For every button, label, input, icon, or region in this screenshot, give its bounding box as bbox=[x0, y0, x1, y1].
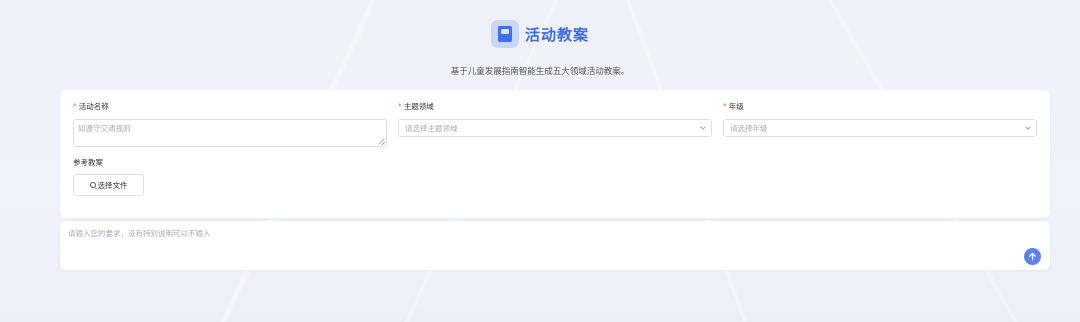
activity-name-field: * 活动名称 bbox=[73, 101, 109, 113]
grade-field: * 年级 bbox=[723, 101, 744, 113]
reference-field: 参考教案 bbox=[73, 157, 103, 169]
chevron-down-icon bbox=[1025, 124, 1031, 130]
page-title: 活动教案 bbox=[524, 25, 589, 44]
activity-name-input[interactable]: 如遵守交通规则 bbox=[73, 119, 387, 147]
form-card: * 活动名称 如遵守交通规则 * 主题领域 请选择主题领域 * 年级 请选择年级 参考… bbox=[60, 90, 1050, 218]
prompt-input[interactable]: 请输入您的要求，没有特别说明可以不输入 bbox=[68, 228, 211, 239]
activity-name-placeholder: 如遵守交通规则 bbox=[78, 124, 131, 133]
grade-label: 年级 bbox=[728, 102, 744, 111]
lesson-plan-icon bbox=[490, 20, 519, 48]
required-mark: * bbox=[398, 102, 402, 111]
select-file-button[interactable]: 选择文件 bbox=[73, 174, 144, 196]
select-file-label: 选择文件 bbox=[97, 180, 128, 190]
theme-domain-field: * 主题领域 bbox=[398, 101, 434, 113]
required-mark: * bbox=[723, 102, 727, 111]
grade-select[interactable]: 请选择年级 bbox=[723, 119, 1037, 137]
send-button[interactable] bbox=[1024, 248, 1041, 265]
resize-handle-icon[interactable] bbox=[379, 139, 385, 145]
theme-domain-label: 主题领域 bbox=[403, 102, 434, 111]
reference-label: 参考教案 bbox=[73, 158, 103, 167]
prompt-composer[interactable]: 请输入您的要求，没有特别说明可以不输入 bbox=[60, 221, 1050, 270]
grade-placeholder: 请选择年级 bbox=[730, 123, 768, 133]
activity-name-label: 活动名称 bbox=[78, 102, 109, 111]
required-mark: * bbox=[73, 102, 77, 111]
chevron-down-icon bbox=[700, 124, 706, 130]
theme-domain-placeholder: 请选择主题领域 bbox=[405, 123, 458, 133]
theme-domain-select[interactable]: 请选择主题领域 bbox=[398, 119, 712, 137]
arrow-up-icon bbox=[1028, 252, 1037, 261]
page-header: 活动教案 bbox=[0, 18, 1080, 50]
page-subtitle: 基于儿童发展指南智能生成五大领域活动教案。 bbox=[450, 67, 630, 77]
search-icon bbox=[89, 182, 96, 188]
